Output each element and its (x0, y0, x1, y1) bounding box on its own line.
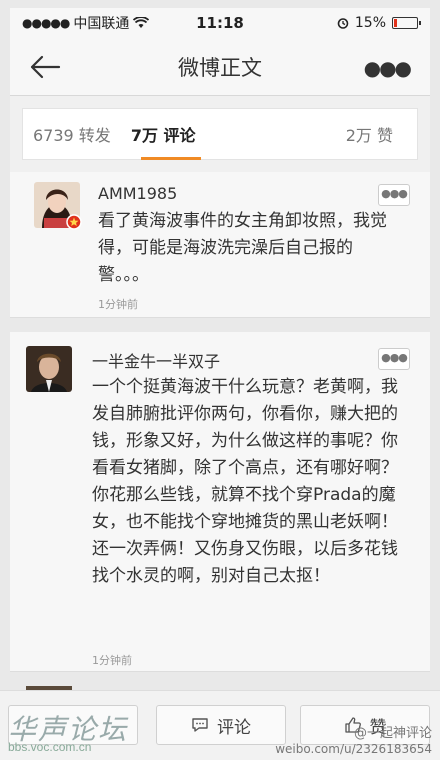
active-tab-indicator (141, 157, 201, 160)
weibo-url-watermark: weibo.com/u/2326183654 (275, 742, 432, 756)
comment-button[interactable]: 评论 (156, 705, 286, 745)
tabs-container: 6739 转发 7万 评论 2万 赞 (10, 96, 430, 172)
more-dots-icon[interactable]: ●●● (364, 56, 412, 80)
status-bar: ●●●●● 中国联通 11:18 15% (10, 8, 430, 38)
comment-username[interactable]: AMM1985 (98, 184, 177, 203)
status-time: 11:18 (196, 14, 244, 32)
comment-more-button[interactable]: ●●● (378, 184, 410, 206)
nav-bar: 微博正文 ●●● (10, 38, 430, 96)
avatar[interactable] (26, 346, 72, 392)
status-left: ●●●●● 中国联通 (22, 13, 150, 33)
status-right: 15% (337, 15, 421, 31)
battery-icon (392, 17, 421, 29)
back-arrow-icon[interactable] (28, 52, 62, 82)
comment-text: 一个个挺黄海波干什么玩意？老黄啊，我发自肺腑批评你两句，你看你，赚大把的钱，形象… (92, 377, 398, 586)
tab-comments[interactable]: 7万 评论 (121, 122, 206, 146)
forum-url-watermark: bbs.voc.com.cn (8, 740, 92, 754)
carrier-label: 中国联通 (73, 16, 130, 32)
comment-icon (192, 718, 208, 732)
signal-strength-icon: ●●●●● (22, 16, 70, 30)
comment-timestamp: 1分钟前 (92, 654, 132, 667)
tab-reposts[interactable]: 6739 转发 (23, 122, 121, 146)
comment-username[interactable]: 一半金牛一半双子 (92, 348, 220, 372)
comment-button-label: 评论 (217, 717, 251, 738)
weibo-name-watermark: @一起神评论 (353, 726, 432, 741)
comment-text: 看了黄海波事件的女主角卸妆照，我觉得，可能是海波洗完澡后自己报的警。。。 (98, 211, 387, 285)
alarm-icon (337, 18, 349, 29)
battery-level-fill (394, 19, 397, 27)
tab-likes[interactable]: 2万 赞 (336, 122, 403, 146)
battery-percent: 15% (354, 15, 386, 31)
comment-item: AMM1985 ●●● 看了黄海波事件的女主角卸妆照，我觉得，可能是海波洗完澡后… (10, 172, 430, 318)
comment-item: 一半金牛一半双子 ●●● 一个个挺黄海波干什么玩意？老黄啊，我发自肺腑批评你两句… (10, 332, 430, 672)
wifi-icon (133, 17, 150, 28)
comment-timestamp: 1分钟前 (98, 298, 138, 311)
page-title: 微博正文 (178, 55, 262, 80)
tabs-bar: 6739 转发 7万 评论 2万 赞 (22, 108, 418, 160)
verified-badge-icon (66, 214, 82, 230)
comment-more-button[interactable]: ●●● (378, 348, 410, 370)
